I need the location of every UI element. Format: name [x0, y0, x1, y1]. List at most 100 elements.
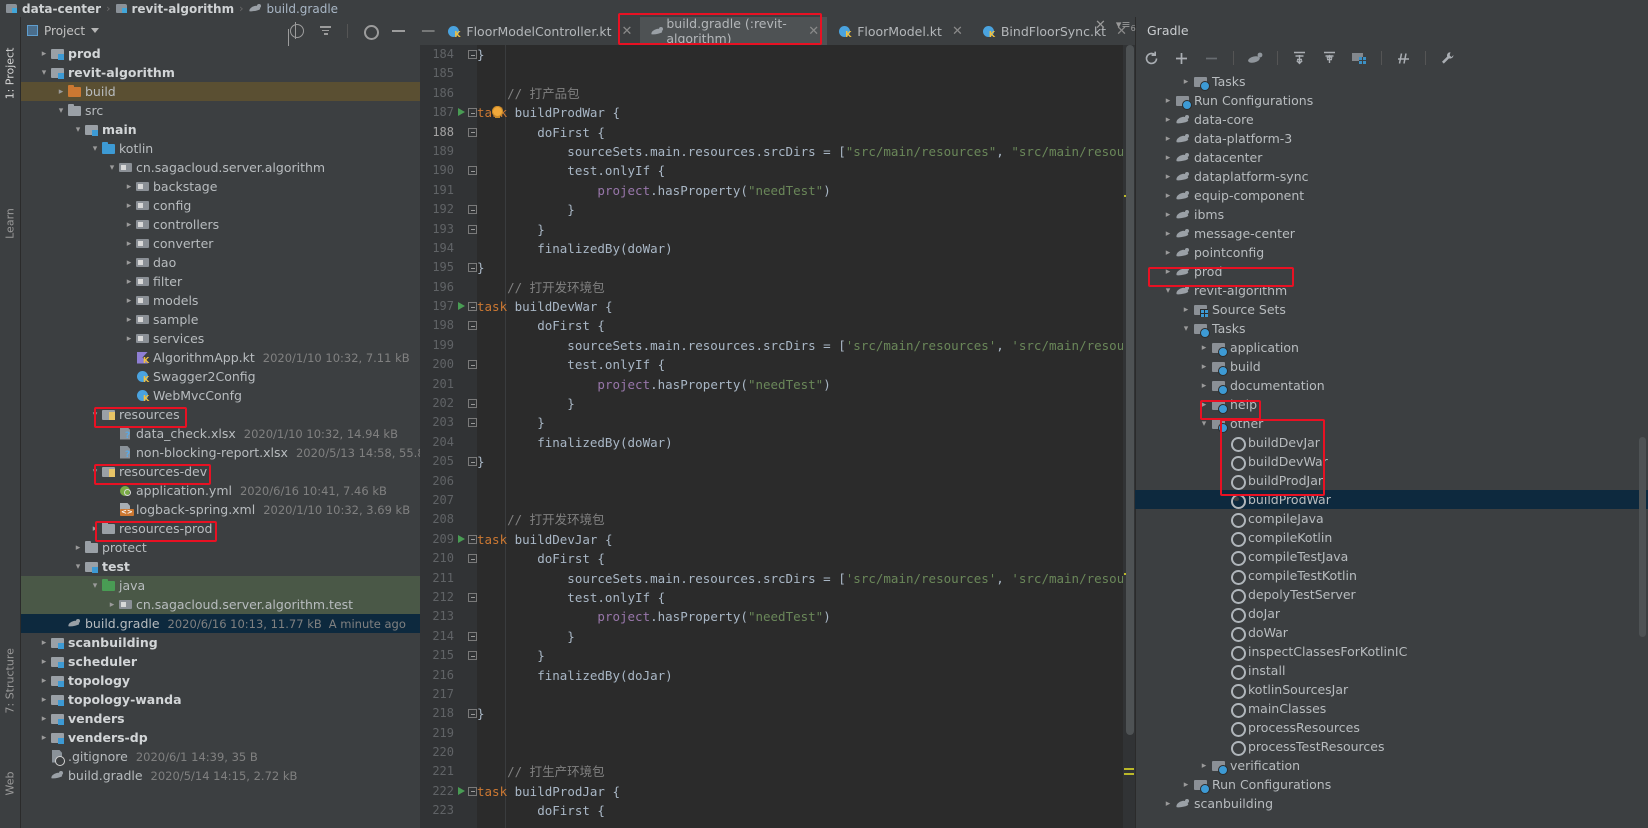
code-line[interactable]: 210 doFirst {: [420, 549, 1135, 568]
chevron-right-icon[interactable]: ▸: [1197, 343, 1211, 353]
chevron-right-icon[interactable]: ▸: [123, 372, 135, 382]
chevron-right-icon[interactable]: ▸: [123, 391, 135, 401]
refresh-icon[interactable]: [1143, 50, 1160, 67]
chevron-down-icon[interactable]: ▾: [72, 562, 84, 572]
gradle-tree[interactable]: ▸Tasks▸Run Configurations▸data-core▸data…: [1135, 72, 1648, 828]
project-tree-row[interactable]: ▸logback-spring.xml2020/1/10 10:32, 3.69…: [21, 500, 420, 519]
breadcrumb-item[interactable]: revit-algorithm: [116, 2, 235, 16]
fold-marker[interactable]: [468, 418, 477, 427]
gradle-tree-row[interactable]: ▸buildProdJar: [1135, 471, 1648, 490]
project-tree-row[interactable]: ▸non-blocking-report.xlsx2020/5/13 14:58…: [21, 443, 420, 462]
gradle-tree-row[interactable]: ▸build: [1135, 357, 1648, 376]
project-view-selector[interactable]: Project: [27, 24, 99, 38]
project-tree-row[interactable]: ▸backstage: [21, 177, 420, 196]
chevron-right-icon[interactable]: ▸: [123, 334, 135, 344]
source-sets-icon[interactable]: [1351, 50, 1368, 67]
chevron-right-icon[interactable]: ▸: [106, 429, 118, 439]
chevron-down-icon[interactable]: ▾: [55, 106, 67, 116]
fold-marker[interactable]: [468, 108, 477, 117]
gradle-tree-row[interactable]: ▸processResources: [1135, 718, 1648, 737]
code-line[interactable]: 216 finalizedBy(doJar): [420, 666, 1135, 685]
chevron-right-icon[interactable]: ▸: [38, 752, 50, 762]
expand-all-icon[interactable]: [1291, 50, 1308, 67]
locate-icon[interactable]: [289, 23, 304, 38]
gradle-tree-row[interactable]: ▸compileKotlin: [1135, 528, 1648, 547]
chevron-right-icon[interactable]: ▸: [1161, 210, 1175, 220]
chevron-down-icon[interactable]: [91, 28, 99, 33]
chevron-down-icon[interactable]: ▾: [89, 144, 101, 154]
project-tree[interactable]: ▸prod▾revit-algorithm▸build▾src▾main▾kot…: [21, 44, 420, 828]
fold-marker[interactable]: [468, 263, 477, 272]
code-line[interactable]: 218}: [420, 704, 1135, 723]
code-line[interactable]: 200 test.onlyIf {: [420, 355, 1135, 374]
chevron-right-icon[interactable]: ▸: [38, 676, 50, 686]
chevron-right-icon[interactable]: ▸: [38, 657, 50, 667]
chevron-right-icon[interactable]: ▸: [1215, 742, 1229, 752]
code-line[interactable]: 188 doFirst {: [420, 123, 1135, 142]
close-icon[interactable]: ✕: [621, 24, 632, 39]
toggle-offline-icon[interactable]: [1395, 50, 1412, 67]
fold-marker[interactable]: [468, 360, 477, 369]
project-tree-row[interactable]: ▸sample: [21, 310, 420, 329]
gradle-tree-row[interactable]: ▸message-center: [1135, 224, 1648, 243]
gradle-tree-row[interactable]: ▸ibms: [1135, 205, 1648, 224]
gradle-tree-row[interactable]: ▸verification: [1135, 756, 1648, 775]
gradle-tree-row[interactable]: ▸install: [1135, 661, 1648, 680]
project-tree-row[interactable]: ▸prod: [21, 44, 420, 63]
code-line[interactable]: 207: [420, 491, 1135, 510]
chevron-right-icon[interactable]: ▸: [89, 524, 101, 534]
project-tree-row[interactable]: ▾kotlin: [21, 139, 420, 158]
fold-marker[interactable]: [468, 321, 477, 330]
tool-window-button-web[interactable]: Web: [4, 754, 17, 814]
chevron-right-icon[interactable]: ▸: [123, 182, 135, 192]
remove-icon[interactable]: [1203, 50, 1220, 67]
chevron-right-icon[interactable]: ▸: [1161, 799, 1175, 809]
code-line[interactable]: 186 // 打产品包: [420, 84, 1135, 103]
chevron-right-icon[interactable]: ▸: [1161, 153, 1175, 163]
tool-window-button-learn[interactable]: Learn: [4, 194, 17, 254]
fold-marker[interactable]: [468, 554, 477, 563]
editor-tab[interactable]: FloorModelController.kt✕: [436, 17, 640, 45]
gradle-tree-row[interactable]: ▾Tasks: [1135, 319, 1648, 338]
chevron-down-icon[interactable]: ▾: [1161, 286, 1175, 296]
chevron-right-icon[interactable]: ▸: [1215, 552, 1229, 562]
code-line[interactable]: 213 project.hasProperty("needTest"): [420, 607, 1135, 626]
gradle-tree-row[interactable]: ▸pointconfig: [1135, 243, 1648, 262]
code-line[interactable]: 191 project.hasProperty("needTest"): [420, 181, 1135, 200]
fold-marker[interactable]: [468, 205, 477, 214]
project-tree-row[interactable]: ▸topology-wanda: [21, 690, 420, 709]
project-tree-row[interactable]: ▾resources-dev: [21, 462, 420, 481]
project-tree-row[interactable]: ▾resources: [21, 405, 420, 424]
chevron-down-icon[interactable]: ▾: [38, 68, 50, 78]
chevron-right-icon[interactable]: ▸: [1215, 495, 1229, 505]
chevron-down-icon[interactable]: ▾: [72, 125, 84, 135]
gradle-tree-row[interactable]: ▸doJar: [1135, 604, 1648, 623]
gradle-tree-row[interactable]: ▸Run Configurations: [1135, 91, 1648, 110]
chevron-right-icon[interactable]: ▸: [106, 448, 118, 458]
code-line[interactable]: 219: [420, 724, 1135, 743]
project-tree-row[interactable]: ▸venders-dp: [21, 728, 420, 747]
project-tree-row[interactable]: ▸scheduler: [21, 652, 420, 671]
chevron-right-icon[interactable]: ▸: [55, 87, 67, 97]
chevron-down-icon[interactable]: ▾: [1179, 324, 1193, 334]
run-task-icon[interactable]: [458, 787, 465, 795]
code-line[interactable]: 194 finalizedBy(doWar): [420, 239, 1135, 258]
close-icon[interactable]: ✕: [808, 24, 819, 39]
chevron-right-icon[interactable]: ▸: [1161, 229, 1175, 239]
code-line[interactable]: 211 sourceSets.main.resources.srcDirs = …: [420, 569, 1135, 588]
chevron-right-icon[interactable]: ▸: [1197, 362, 1211, 372]
code-line[interactable]: 193 }: [420, 220, 1135, 239]
fold-marker[interactable]: [468, 632, 477, 641]
fold-marker[interactable]: [468, 535, 477, 544]
chevron-right-icon[interactable]: ▸: [123, 315, 135, 325]
project-tree-row[interactable]: ▸scanbuilding: [21, 633, 420, 652]
code-line[interactable]: 204 finalizedBy(doWar): [420, 433, 1135, 452]
fold-marker[interactable]: [468, 166, 477, 175]
gradle-tree-row[interactable]: ▸documentation: [1135, 376, 1648, 395]
gradle-tree-row[interactable]: ▸compileTestJava: [1135, 547, 1648, 566]
code-line[interactable]: 199 sourceSets.main.resources.srcDirs = …: [420, 336, 1135, 355]
code-line[interactable]: 217: [420, 685, 1135, 704]
chevron-right-icon[interactable]: ▸: [1215, 685, 1229, 695]
run-task-icon[interactable]: [458, 302, 465, 310]
chevron-right-icon[interactable]: ▸: [1215, 438, 1229, 448]
